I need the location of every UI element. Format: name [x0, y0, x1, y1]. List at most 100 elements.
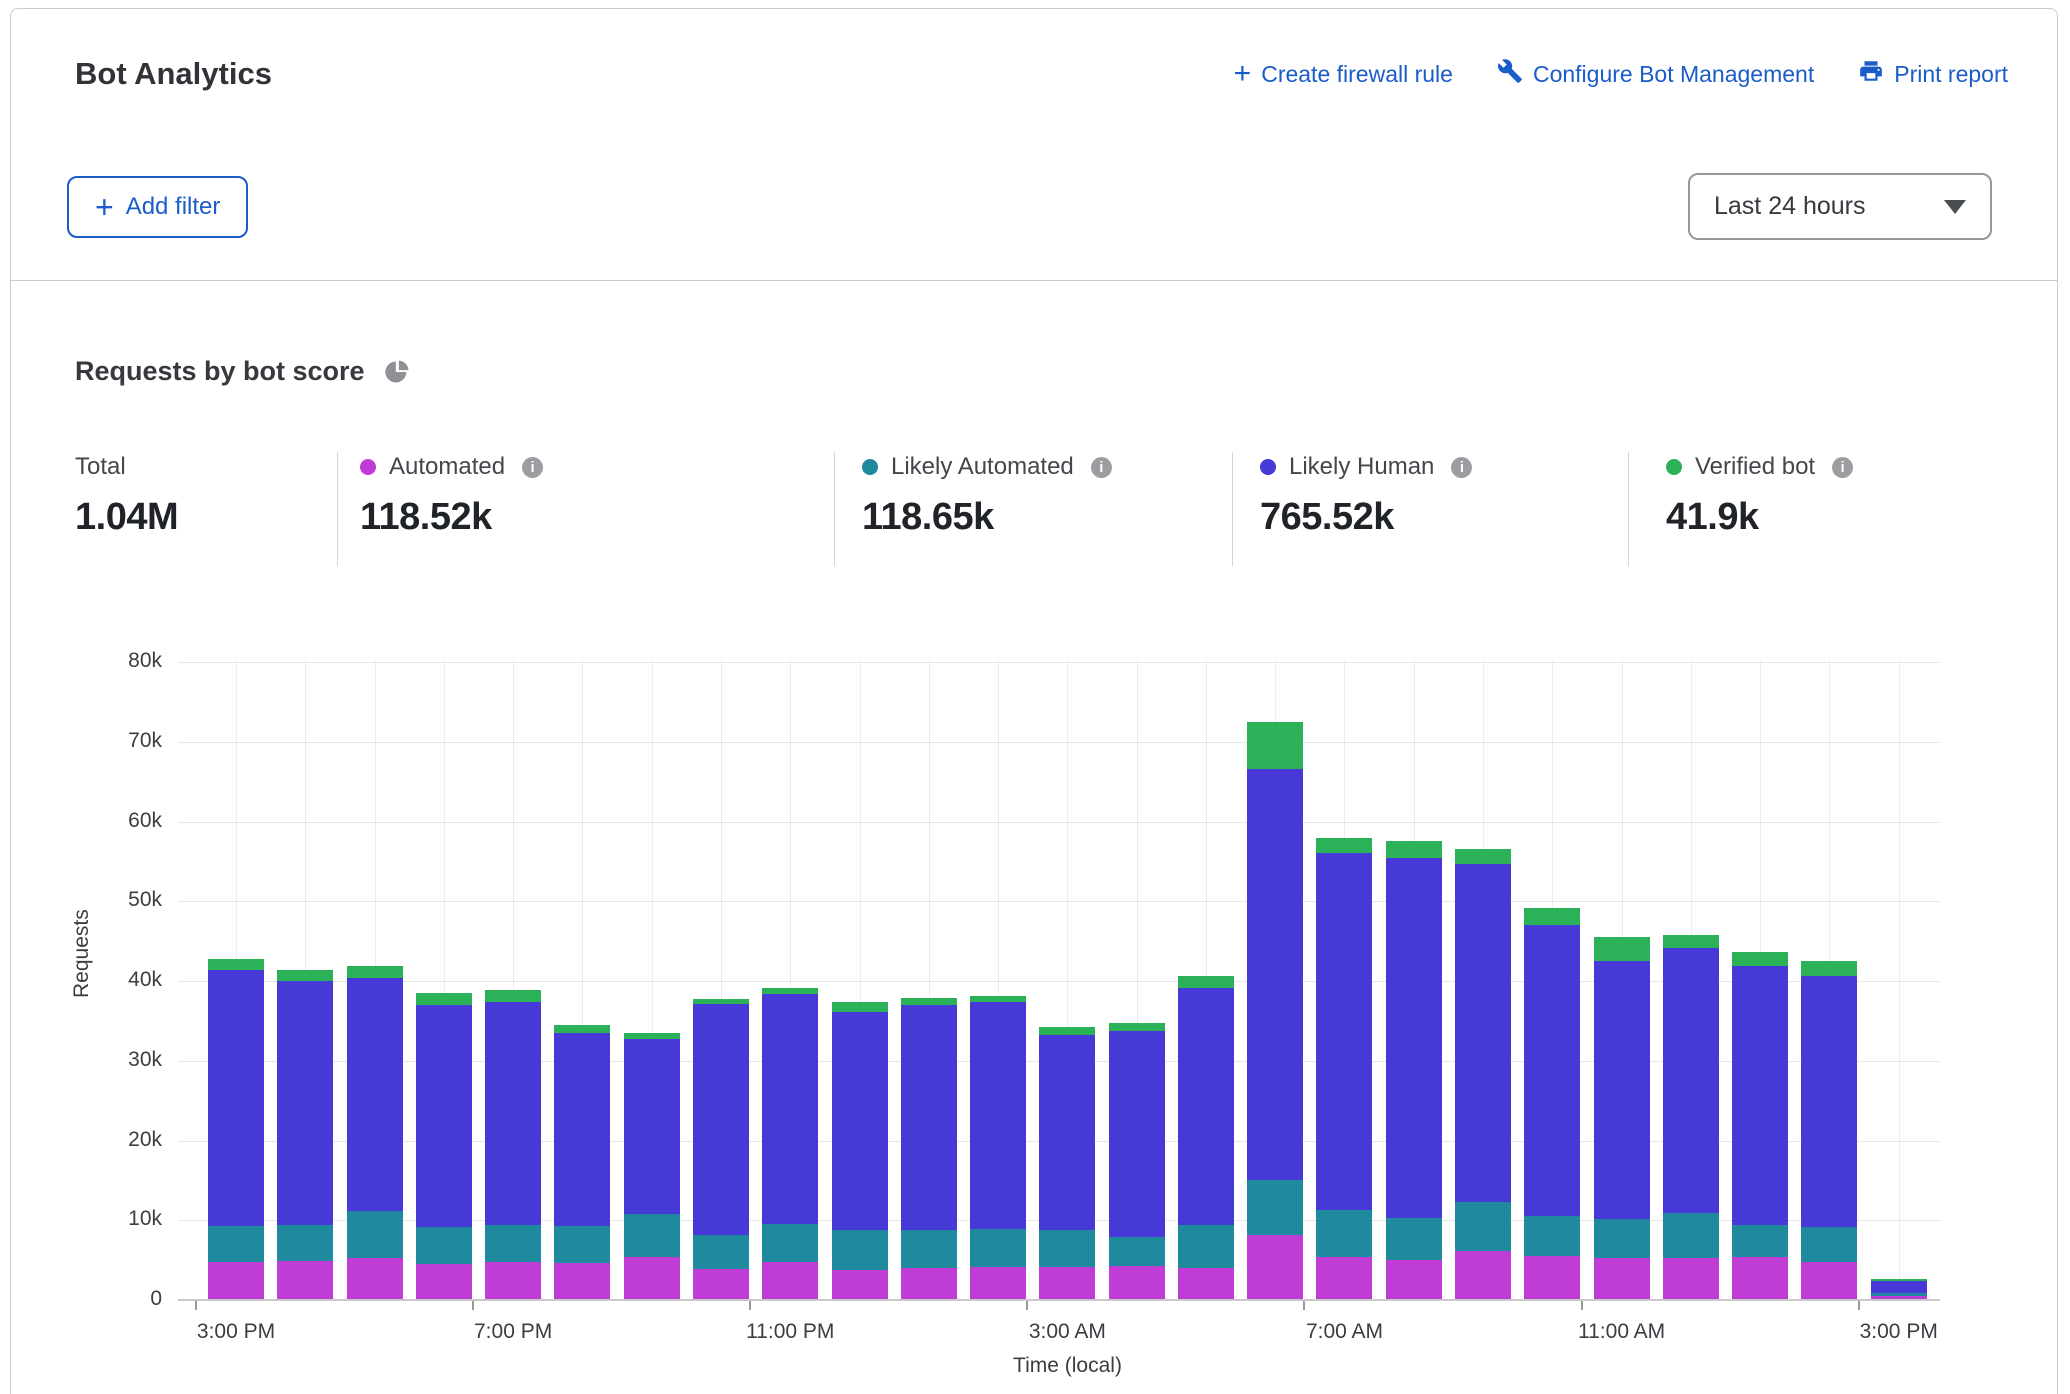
- chart-bar[interactable]: [901, 998, 957, 1299]
- bar-segment-likely-human[interactable]: [1455, 864, 1511, 1201]
- bar-segment-automated[interactable]: [485, 1262, 541, 1299]
- bar-segment-likely-automated[interactable]: [693, 1235, 749, 1268]
- bar-segment-likely-human[interactable]: [1178, 988, 1234, 1225]
- chart-bar[interactable]: [970, 996, 1026, 1299]
- chart-bar[interactable]: [1316, 838, 1372, 1299]
- bar-segment-likely-automated[interactable]: [1039, 1230, 1095, 1267]
- bar-segment-likely-human[interactable]: [1316, 853, 1372, 1209]
- chart-bar[interactable]: [1109, 1023, 1165, 1299]
- stat-verified-bot[interactable]: Verified bot 41.9k: [1666, 452, 1853, 539]
- chart-bar[interactable]: [1663, 935, 1719, 1299]
- bar-segment-automated[interactable]: [970, 1267, 1026, 1299]
- bar-segment-likely-human[interactable]: [901, 1005, 957, 1231]
- bar-segment-automated[interactable]: [1663, 1258, 1719, 1299]
- bar-segment-likely-automated[interactable]: [1663, 1213, 1719, 1258]
- bar-segment-likely-automated[interactable]: [1109, 1237, 1165, 1266]
- bar-segment-likely-human[interactable]: [1732, 966, 1788, 1225]
- chart-bar[interactable]: [1732, 952, 1788, 1299]
- bar-segment-likely-automated[interactable]: [1871, 1293, 1927, 1295]
- bar-segment-verified-bot[interactable]: [1178, 976, 1234, 988]
- bar-segment-verified-bot[interactable]: [416, 993, 472, 1005]
- bar-segment-likely-human[interactable]: [762, 994, 818, 1224]
- bar-segment-likely-automated[interactable]: [1455, 1202, 1511, 1251]
- bar-segment-likely-human[interactable]: [347, 978, 403, 1212]
- info-icon[interactable]: [1451, 457, 1472, 478]
- bar-segment-likely-human[interactable]: [1524, 925, 1580, 1216]
- bar-segment-automated[interactable]: [624, 1257, 680, 1299]
- bar-segment-automated[interactable]: [901, 1268, 957, 1299]
- bar-segment-automated[interactable]: [1455, 1251, 1511, 1299]
- info-icon[interactable]: [1832, 457, 1853, 478]
- chart-bar[interactable]: [1524, 908, 1580, 1299]
- bar-segment-automated[interactable]: [1524, 1256, 1580, 1299]
- chart-bar[interactable]: [693, 999, 749, 1299]
- chart-bar[interactable]: [1247, 722, 1303, 1299]
- bar-segment-verified-bot[interactable]: [347, 966, 403, 977]
- bar-segment-automated[interactable]: [832, 1270, 888, 1299]
- chart-bar[interactable]: [762, 988, 818, 1299]
- bar-segment-likely-automated[interactable]: [485, 1225, 541, 1262]
- bar-segment-verified-bot[interactable]: [485, 990, 541, 1002]
- chart-bar[interactable]: [1594, 937, 1650, 1299]
- info-icon[interactable]: [522, 457, 543, 478]
- bar-segment-likely-automated[interactable]: [208, 1226, 264, 1262]
- bar-segment-likely-automated[interactable]: [1316, 1210, 1372, 1257]
- bar-segment-verified-bot[interactable]: [624, 1033, 680, 1039]
- bar-segment-verified-bot[interactable]: [1663, 935, 1719, 948]
- bar-segment-automated[interactable]: [347, 1258, 403, 1299]
- bar-segment-likely-automated[interactable]: [1594, 1219, 1650, 1258]
- bar-segment-likely-automated[interactable]: [832, 1230, 888, 1271]
- bar-segment-verified-bot[interactable]: [1316, 838, 1372, 853]
- create-firewall-rule-link[interactable]: Create firewall rule: [1234, 61, 1453, 88]
- bar-segment-automated[interactable]: [1316, 1257, 1372, 1299]
- bar-segment-automated[interactable]: [1178, 1268, 1234, 1299]
- bar-segment-likely-automated[interactable]: [277, 1225, 333, 1261]
- bar-segment-verified-bot[interactable]: [1524, 908, 1580, 925]
- bar-segment-likely-human[interactable]: [1871, 1281, 1927, 1294]
- bar-segment-automated[interactable]: [693, 1269, 749, 1299]
- bar-segment-likely-automated[interactable]: [762, 1224, 818, 1261]
- bar-segment-automated[interactable]: [1732, 1257, 1788, 1299]
- bar-segment-likely-human[interactable]: [1594, 961, 1650, 1219]
- configure-bot-management-link[interactable]: Configure Bot Management: [1497, 58, 1814, 90]
- bar-segment-likely-human[interactable]: [277, 981, 333, 1225]
- bar-segment-automated[interactable]: [277, 1261, 333, 1299]
- bar-segment-automated[interactable]: [208, 1262, 264, 1299]
- bar-segment-likely-human[interactable]: [970, 1002, 1026, 1228]
- bar-segment-likely-automated[interactable]: [901, 1230, 957, 1267]
- bar-segment-verified-bot[interactable]: [1594, 937, 1650, 961]
- print-report-link[interactable]: Print report: [1858, 58, 2008, 90]
- chart-bar[interactable]: [416, 993, 472, 1299]
- bar-segment-likely-automated[interactable]: [1801, 1227, 1857, 1261]
- bar-segment-likely-human[interactable]: [1801, 976, 1857, 1227]
- bar-segment-likely-human[interactable]: [485, 1002, 541, 1225]
- bar-segment-automated[interactable]: [1594, 1258, 1650, 1299]
- bar-segment-likely-automated[interactable]: [1247, 1180, 1303, 1235]
- chart-bar[interactable]: [554, 1025, 610, 1299]
- chart-bar[interactable]: [1871, 1279, 1927, 1299]
- bar-segment-likely-automated[interactable]: [416, 1227, 472, 1264]
- bar-segment-likely-human[interactable]: [693, 1004, 749, 1235]
- bar-segment-likely-automated[interactable]: [624, 1214, 680, 1257]
- bar-segment-likely-human[interactable]: [1039, 1035, 1095, 1230]
- bar-segment-verified-bot[interactable]: [901, 998, 957, 1005]
- stat-likely-human[interactable]: Likely Human 765.52k: [1260, 452, 1472, 539]
- bar-segment-automated[interactable]: [762, 1262, 818, 1299]
- bar-segment-verified-bot[interactable]: [1801, 961, 1857, 976]
- chart-bar[interactable]: [1386, 841, 1442, 1299]
- bar-segment-automated[interactable]: [1039, 1267, 1095, 1299]
- chart-bar[interactable]: [1801, 961, 1857, 1299]
- bar-segment-likely-human[interactable]: [1386, 858, 1442, 1218]
- bar-segment-likely-automated[interactable]: [1732, 1225, 1788, 1257]
- bar-segment-automated[interactable]: [1109, 1266, 1165, 1299]
- bar-segment-verified-bot[interactable]: [554, 1025, 610, 1033]
- chart-bar[interactable]: [1039, 1027, 1095, 1299]
- info-icon[interactable]: [1091, 457, 1112, 478]
- chart-bar[interactable]: [832, 1002, 888, 1299]
- chart-bar[interactable]: [347, 966, 403, 1299]
- bar-segment-likely-human[interactable]: [1247, 769, 1303, 1181]
- bar-segment-likely-human[interactable]: [208, 970, 264, 1226]
- bar-segment-automated[interactable]: [554, 1263, 610, 1299]
- bar-segment-verified-bot[interactable]: [1732, 952, 1788, 966]
- bar-segment-verified-bot[interactable]: [1039, 1027, 1095, 1035]
